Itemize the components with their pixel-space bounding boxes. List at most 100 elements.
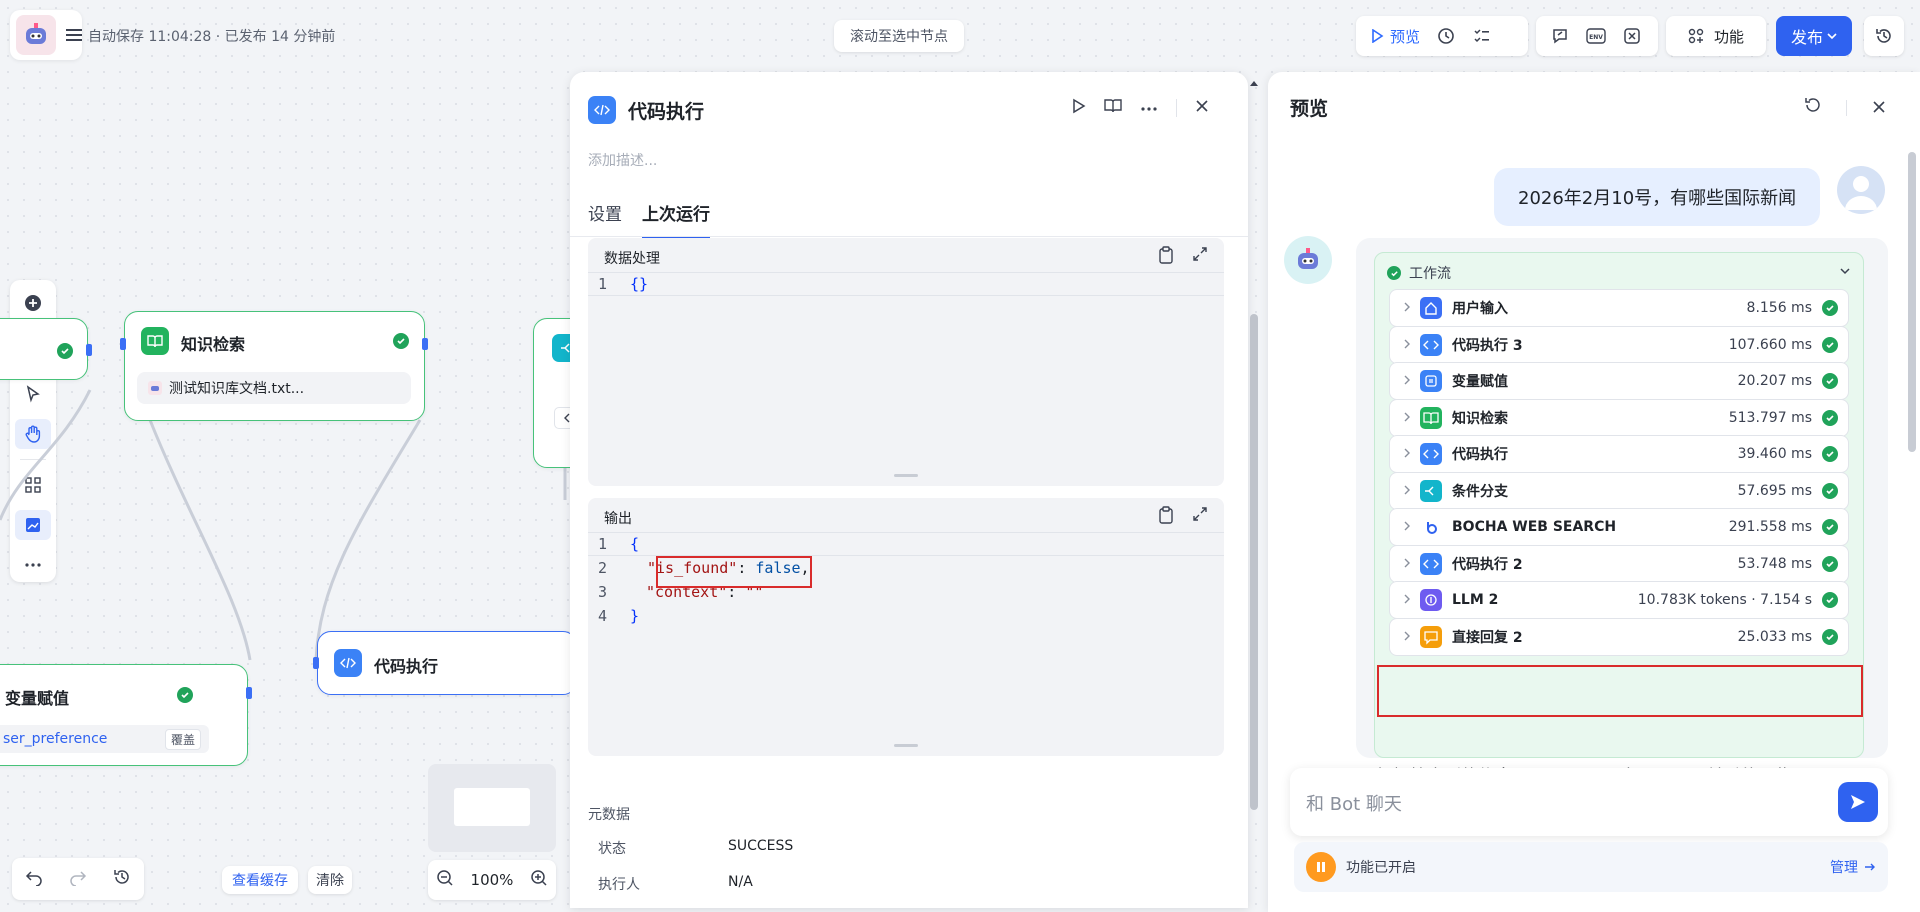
success-check-icon xyxy=(1822,336,1838,353)
node-connector[interactable] xyxy=(313,657,319,669)
bocha-icon xyxy=(1420,516,1442,538)
knowledge-file-item[interactable]: 测试知识库文档.txt... xyxy=(137,372,411,404)
chevron-right-icon[interactable] xyxy=(1402,373,1420,389)
assign-variable-row[interactable]: ser_preference 覆盖 xyxy=(0,725,209,753)
workflow-step-row[interactable]: 代码执行 3 107.660 ms xyxy=(1389,325,1849,364)
success-check-icon xyxy=(1822,409,1838,426)
workflow-step-row[interactable]: 变量赋值 20.207 ms xyxy=(1389,362,1849,400)
chevron-right-icon[interactable] xyxy=(1402,410,1420,426)
step-duration: 39.460 ms xyxy=(1737,446,1812,462)
node-connector[interactable] xyxy=(246,687,252,699)
system-vars-icon[interactable] xyxy=(1616,20,1648,52)
more-options-icon[interactable] xyxy=(1140,100,1158,116)
description-field[interactable]: 添加描述... xyxy=(588,150,657,170)
history-icon[interactable] xyxy=(113,868,131,890)
chevron-right-icon[interactable] xyxy=(1402,300,1420,316)
checklist-icon[interactable] xyxy=(1466,20,1498,52)
success-check-icon xyxy=(1822,482,1838,499)
undo-redo-controls xyxy=(12,858,144,900)
step-name: 条件分支 xyxy=(1452,483,1508,500)
step-duration: 291.558 ms xyxy=(1728,519,1812,535)
manage-link[interactable]: 管理 xyxy=(1830,857,1876,877)
run-node-icon[interactable] xyxy=(1070,98,1086,118)
env-vars-icon[interactable]: ENV xyxy=(1580,20,1612,52)
publish-button[interactable]: 发布 xyxy=(1776,16,1852,56)
redo-icon[interactable] xyxy=(69,868,87,890)
success-check-icon xyxy=(57,343,73,359)
chevron-down-icon xyxy=(1827,33,1837,40)
scroll-to-selected-node-button[interactable]: 滚动至选中节点 xyxy=(834,20,964,52)
send-button[interactable] xyxy=(1838,782,1878,822)
workflow-step-row[interactable]: 直接回复 2 25.033 ms xyxy=(1389,617,1849,656)
variable-assign-node[interactable]: 变量赋值 ser_preference 覆盖 xyxy=(0,664,248,766)
zoom-in-icon[interactable] xyxy=(530,869,548,891)
success-check-icon xyxy=(1822,519,1838,535)
clear-button[interactable]: 清除 xyxy=(308,866,352,894)
chevron-right-icon[interactable] xyxy=(1402,556,1420,572)
help-doc-icon[interactable] xyxy=(1104,98,1122,118)
preview-button[interactable]: 预览 xyxy=(1364,20,1426,52)
run-history-icon[interactable] xyxy=(1430,20,1462,52)
features-enabled-text: 功能已开启 xyxy=(1346,860,1416,876)
features-button[interactable]: 功能 xyxy=(1666,16,1766,56)
workflow-step-row[interactable]: 条件分支 57.695 ms xyxy=(1389,471,1849,510)
chevron-right-icon[interactable] xyxy=(1402,592,1420,608)
home-icon xyxy=(1420,297,1442,319)
node-connector[interactable] xyxy=(422,338,428,350)
zoom-out-icon[interactable] xyxy=(436,869,454,891)
undo-icon[interactable] xyxy=(25,868,43,890)
chevron-right-icon[interactable] xyxy=(1402,483,1420,499)
knowledge-retrieval-node[interactable]: 知识检索 测试知识库文档.txt... xyxy=(124,311,425,421)
code-execution-node[interactable]: 代码执行 xyxy=(317,631,577,695)
workflow-step-row[interactable]: LLM 2 10.783K tokens · 7.154 s xyxy=(1389,581,1849,619)
start-node[interactable] xyxy=(0,318,88,380)
restart-icon[interactable] xyxy=(1804,96,1822,118)
block-title: 输出 xyxy=(604,511,632,527)
workflow-label: 工作流 xyxy=(1409,266,1451,282)
success-check-icon xyxy=(1822,555,1838,572)
chevron-down-icon[interactable] xyxy=(1839,265,1851,281)
bot-file-icon xyxy=(148,381,162,395)
workflow-step-row[interactable]: 知识检索 513.797 ms xyxy=(1389,398,1849,437)
view-cache-button[interactable]: 查看缓存 xyxy=(222,866,298,894)
node-connector[interactable] xyxy=(120,338,126,350)
chevron-right-icon[interactable] xyxy=(1402,337,1420,353)
chevron-right-icon[interactable] xyxy=(1402,629,1420,645)
svg-text:ENV: ENV xyxy=(1589,34,1603,41)
knowledge-file-name: 测试知识库文档.txt... xyxy=(169,381,305,397)
chevron-right-icon[interactable] xyxy=(1402,519,1420,535)
minimap[interactable] xyxy=(428,764,556,852)
workflow-step-row[interactable]: BOCHA WEB SEARCH 291.558 ms xyxy=(1389,508,1849,546)
code-icon xyxy=(1420,552,1442,575)
expand-icon[interactable] xyxy=(1192,506,1208,528)
manage-label: 管理 xyxy=(1830,860,1858,876)
success-check-icon xyxy=(393,333,409,349)
step-name: 代码执行 2 xyxy=(1452,556,1523,573)
step-name: 代码执行 3 xyxy=(1452,337,1523,354)
preview-scrollbar[interactable] xyxy=(1908,152,1916,452)
workflow-step-row[interactable]: 代码执行 2 53.748 ms xyxy=(1389,544,1849,583)
workflow-step-row[interactable]: 用户输入 8.156 ms xyxy=(1389,289,1849,327)
panel-title: 代码执行 xyxy=(628,100,705,123)
version-history-icon[interactable] xyxy=(1864,16,1904,56)
resize-handle[interactable] xyxy=(894,744,918,747)
branch-icon xyxy=(1420,479,1442,502)
expand-icon[interactable] xyxy=(1192,246,1208,268)
resize-handle[interactable] xyxy=(894,474,918,477)
llm-icon xyxy=(1420,589,1442,611)
conversation-vars-icon[interactable] xyxy=(1544,20,1576,52)
close-preview-icon[interactable] xyxy=(1872,100,1886,118)
workflow-step-row[interactable]: 代码执行 39.460 ms xyxy=(1389,435,1849,473)
meta-executor-value: N/A xyxy=(728,874,753,890)
panel-scrollbar[interactable] xyxy=(1248,76,1260,908)
chat-input[interactable]: 和 Bot 聊天 xyxy=(1290,768,1888,836)
close-icon[interactable] xyxy=(1195,99,1209,117)
tab-settings[interactable]: 设置 xyxy=(588,200,622,239)
reply-icon xyxy=(1420,625,1442,648)
copy-icon[interactable] xyxy=(1158,506,1174,528)
copy-icon[interactable] xyxy=(1158,246,1174,268)
chevron-right-icon[interactable] xyxy=(1402,446,1420,462)
node-connector[interactable] xyxy=(86,344,92,356)
step-duration: 20.207 ms xyxy=(1737,373,1812,389)
tab-last-run[interactable]: 上次运行 xyxy=(642,200,710,239)
